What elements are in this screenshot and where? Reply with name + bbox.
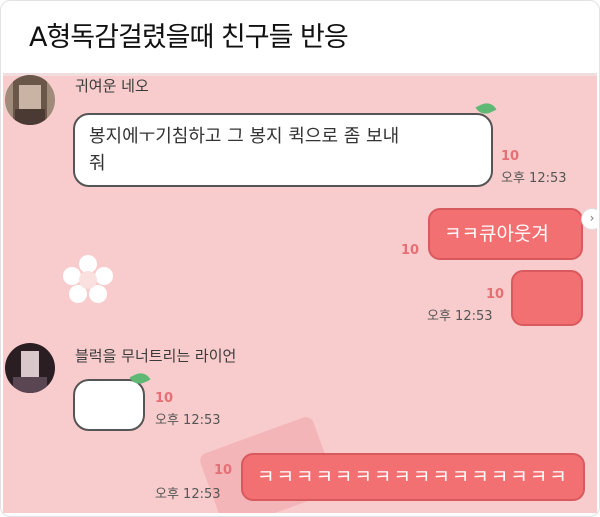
unread-count: 10 [501, 149, 520, 164]
unread-count: 10 [155, 391, 174, 406]
chat-screenshot: 귀여운 네오 봉지에ㅜ기침하고 그 봉지 퀵으로 좀 보내 줘 10 오후 12… [3, 73, 597, 513]
unread-count: 10 [486, 287, 505, 302]
message-bubble-incoming[interactable]: 봉지에ㅜ기침하고 그 봉지 퀵으로 좀 보내 줘 [73, 113, 493, 187]
unread-count: 10 [401, 243, 420, 258]
unread-count: 10 [214, 463, 233, 478]
message-bubble-outgoing[interactable]: ㅋㅋ큐아웃겨 [428, 208, 583, 260]
message-time: 오후 12:53 [155, 413, 221, 428]
post-card: A형독감걸렸을때 친구들 반응 귀여운 네오 봉지에ㅜ기침하고 그 봉지 퀵으로… [0, 0, 600, 517]
message-time: 오후 12:53 [501, 171, 567, 186]
message-bubble-outgoing-empty[interactable] [511, 270, 583, 326]
sender-name: 블럭을 무너트리는 라이언 [75, 347, 237, 365]
post-title: A형독감걸렸을때 친구들 반응 [29, 22, 349, 53]
message-time: 오후 12:53 [155, 487, 221, 502]
chevron-right-icon[interactable]: › [581, 208, 597, 230]
message-bubble-outgoing[interactable]: ㅋㅋㅋㅋㅋㅋㅋㅋㅋㅋㅋㅋㅋㅋㅋㅋㅋ [241, 453, 585, 513]
flower-decoration [63, 255, 113, 305]
message-text-line: 봉지에ㅜ기침하고 그 봉지 퀵으로 좀 보내 [89, 126, 400, 147]
message-bubble-incoming-empty[interactable] [73, 379, 145, 431]
message-text-line: 줘 [89, 153, 106, 174]
sender-name: 귀여운 네오 [75, 77, 149, 95]
avatar-neo[interactable] [5, 75, 55, 125]
avatar-lion[interactable] [5, 343, 55, 393]
message-time: 오후 12:53 [427, 309, 493, 324]
